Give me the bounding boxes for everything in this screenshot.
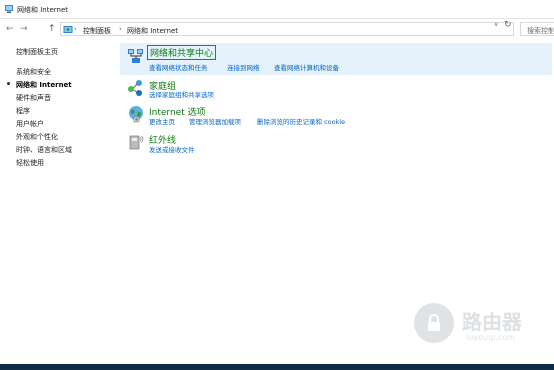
current-item-marker [7,82,10,85]
sidebar-item-home[interactable]: 控制面板主页 [16,47,58,57]
sidebar-item-hardware-sound[interactable]: 硬件和声音 [16,93,51,103]
sidebar-item-user-accounts[interactable]: 用户帐户 [16,119,44,129]
link-change-homepage[interactable]: 更改主页 [149,116,175,126]
lock-icon [426,314,442,334]
back-button[interactable]: ← [6,24,14,34]
breadcrumb-separator: › [74,25,77,33]
link-delete-browsing-history[interactable]: 删除浏览的历史记录和 cookie [257,116,345,126]
breadcrumb-separator: › [119,25,122,33]
link-view-network-devices[interactable]: 查看网络计算机和设备 [274,62,339,72]
sidebar-item-appearance[interactable]: 外观和个性化 [16,132,58,142]
category-title-network-sharing-center[interactable]: 网络和共享中心 [147,45,217,60]
sidebar-item-ease-of-access[interactable]: 轻松使用 [16,158,44,168]
link-send-receive-files[interactable]: 发送或接收文件 [149,144,195,154]
infrared-icon [126,132,146,154]
homegroup-icon [126,78,146,100]
search-input[interactable]: 搜索控制面板 [520,22,554,36]
taskbar [0,364,554,370]
watermark-url: luyouqi.com [466,333,515,342]
sidebar-item-programs[interactable]: 程序 [16,106,30,116]
title-bar: 网络和 Internet [0,0,554,19]
link-homegroup-sharing-options[interactable]: 选择家庭组和共享选项 [149,89,214,99]
link-view-network-status[interactable]: 查看网络状态和任务 [149,62,208,72]
link-connect-network[interactable]: 连接到网络 [227,62,260,72]
window-title: 网络和 Internet [17,6,69,14]
address-field[interactable]: › 控制面板 › 网络和 Internet [60,22,514,36]
sidebar-item-system-security[interactable]: 系统和安全 [16,67,51,77]
watermark-text: 路由器 [462,310,522,334]
network-sharing-center-icon [126,46,146,68]
refresh-icon[interactable]: ↻ [504,20,512,30]
sidebar-item-clock-region[interactable]: 时钟、语言和区域 [16,145,72,155]
address-bar: ← → ↑ › 控制面板 › 网络和 Internet ∨ ↻ 搜索控制面板 [0,19,554,39]
control-panel-icon [63,25,73,37]
chevron-down-icon[interactable]: ∨ [494,21,498,28]
internet-options-icon [126,104,146,126]
forward-button[interactable]: → [20,24,28,34]
up-button[interactable]: ↑ [48,24,56,34]
sidebar: 控制面板主页 系统和安全 网络和 Internet 硬件和声音 程序 用户帐户 … [0,40,118,340]
watermark: 路由器 luyouqi.com [408,300,548,350]
breadcrumb-control-panel[interactable]: 控制面板 [83,26,111,36]
link-manage-browser-addons[interactable]: 管理浏览器加载项 [189,116,241,126]
network-window-icon [4,4,14,16]
breadcrumb-network-internet[interactable]: 网络和 Internet [127,26,178,36]
search-placeholder: 搜索控制面板 [527,27,554,35]
sidebar-item-network-internet[interactable]: 网络和 Internet [16,80,72,90]
